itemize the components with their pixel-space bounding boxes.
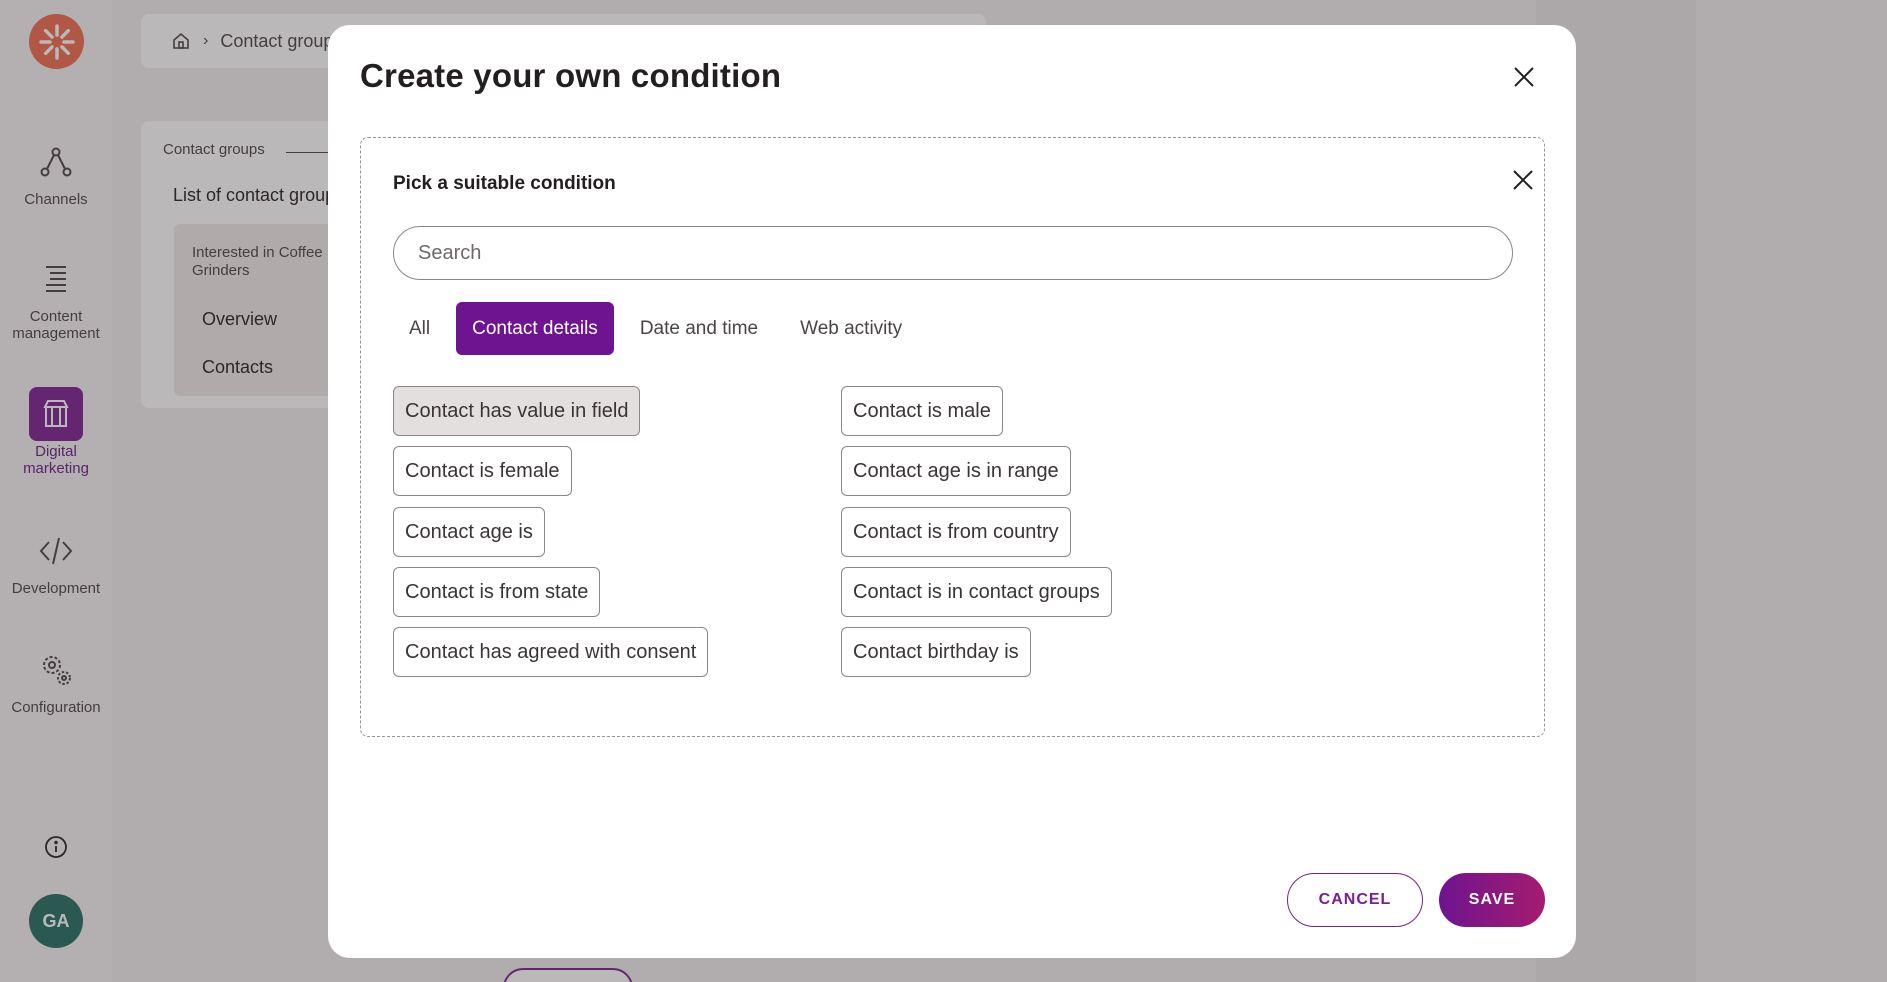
condition-contact-is-female[interactable]: Contact is female xyxy=(393,446,572,496)
condition-contact-age-is-in-range[interactable]: Contact age is in range xyxy=(841,446,1071,496)
condition-contact-is-male[interactable]: Contact is male xyxy=(841,386,1003,436)
condition-contact-has-value-in-field[interactable]: Contact has value in field xyxy=(393,386,641,436)
condition-picker: Pick a suitable condition All Contact de… xyxy=(360,137,1545,737)
category-tabs: All Contact details Date and time Web ac… xyxy=(393,302,928,355)
picker-close-button[interactable] xyxy=(1503,160,1543,200)
create-condition-dialog: Create your own condition Pick a suitabl… xyxy=(328,25,1576,958)
condition-contact-is-in-contact-groups[interactable]: Contact is in contact groups xyxy=(841,567,1112,617)
dialog-close-button[interactable] xyxy=(1504,57,1544,97)
cancel-button[interactable]: CANCEL xyxy=(1287,873,1423,927)
tab-web-activity[interactable]: Web activity xyxy=(784,302,918,355)
tab-date-and-time[interactable]: Date and time xyxy=(624,302,774,355)
tab-all[interactable]: All xyxy=(393,302,446,355)
condition-contact-is-from-state[interactable]: Contact is from state xyxy=(393,567,601,617)
condition-contact-birthday-is[interactable]: Contact birthday is xyxy=(841,627,1031,677)
dialog-title: Create your own condition xyxy=(360,57,782,94)
picker-title: Pick a suitable condition xyxy=(393,173,616,194)
tab-contact-details[interactable]: Contact details xyxy=(456,302,614,355)
condition-contact-is-from-country[interactable]: Contact is from country xyxy=(841,507,1071,557)
close-icon xyxy=(1514,67,1534,87)
condition-contact-age-is[interactable]: Contact age is xyxy=(393,507,545,557)
close-icon xyxy=(1513,170,1533,190)
save-button[interactable]: SAVE xyxy=(1439,873,1545,927)
condition-contact-has-agreed-with-consent[interactable]: Contact has agreed with consent xyxy=(393,627,709,677)
search-input[interactable] xyxy=(393,226,1513,280)
